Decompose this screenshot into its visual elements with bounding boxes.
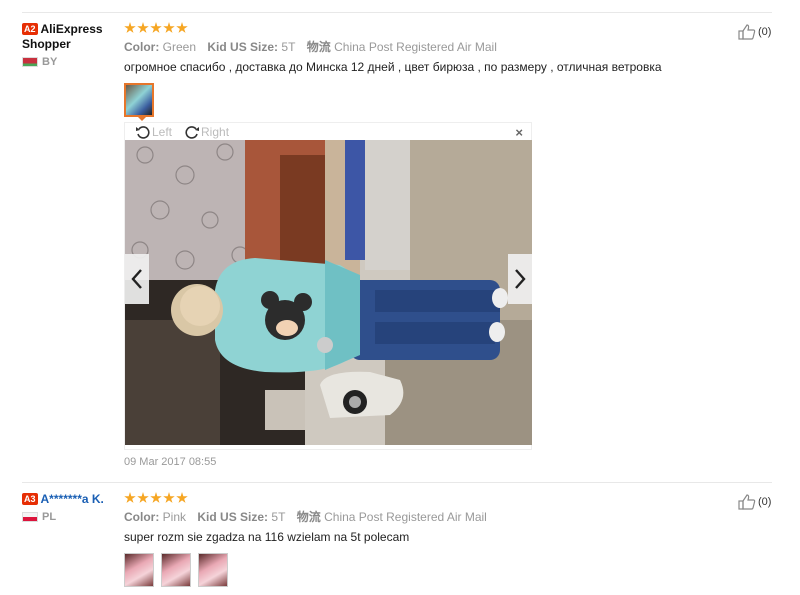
top-divider [22, 12, 772, 13]
star-icon [176, 492, 188, 503]
star-icon [150, 492, 162, 503]
flag-poland-icon [22, 512, 38, 522]
review-content: Color: Pink Kid US Size: 5T 物流 China Pos… [124, 492, 724, 587]
order-attributes: Color: Pink Kid US Size: 5T 物流 China Pos… [124, 510, 487, 524]
reviewer-info: A2 AliExpress Shopper BY [22, 22, 117, 68]
previous-photo-button[interactable] [125, 254, 149, 304]
star-rating [124, 22, 724, 36]
reviewer-info: A3 A*******a K. PL [22, 492, 117, 523]
next-photo-button[interactable] [508, 254, 532, 304]
star-icon [163, 22, 175, 33]
star-icon [163, 492, 175, 503]
star-icon [150, 22, 162, 33]
photo-thumbnail[interactable] [124, 553, 154, 587]
star-icon [137, 22, 149, 33]
rotate-left-icon [136, 125, 150, 139]
reviewer-name: A2 AliExpress Shopper [22, 22, 103, 51]
star-rating [124, 492, 724, 506]
review-date: 09 Mar 2017 08:55 [124, 456, 217, 468]
review-content: Color: Green Kid US Size: 5T 物流 China Po… [124, 22, 724, 117]
review-photo [125, 140, 532, 445]
photo-thumbnail[interactable] [124, 83, 154, 117]
thumbs-up-icon [738, 24, 756, 40]
order-attributes: Color: Green Kid US Size: 5T 物流 China Po… [124, 40, 497, 54]
review-text: super rozm sie zgadza na 116 wzielam na … [124, 530, 410, 544]
helpful-button[interactable]: (0) [738, 494, 771, 510]
chevron-left-icon [131, 269, 142, 289]
review-photos [124, 553, 724, 587]
star-icon [137, 492, 149, 503]
photo-image [125, 140, 532, 445]
photo-thumbnail[interactable] [198, 553, 228, 587]
star-icon [176, 22, 188, 33]
reviewer-name[interactable]: A3 A*******a K. [22, 492, 117, 507]
rotate-left-button[interactable]: Left [135, 125, 172, 139]
photo-viewer: Left Right × [124, 122, 532, 450]
viewer-toolbar: Left Right [125, 123, 531, 140]
review-photos [124, 83, 724, 117]
level-badge: A3 [22, 493, 38, 505]
reviewer-country: BY [22, 56, 117, 68]
level-badge: A2 [22, 23, 38, 35]
chevron-right-icon [515, 269, 526, 289]
review-divider [22, 482, 772, 483]
star-icon [124, 492, 136, 503]
thumbs-up-icon [738, 494, 756, 510]
review-text: огромное спасибо , доставка до Минска 12… [124, 60, 662, 74]
flag-belarus-icon [22, 57, 38, 67]
active-photo-pointer [137, 116, 147, 121]
rotate-right-button[interactable]: Right [184, 125, 229, 139]
reviewer-country: PL [22, 511, 117, 523]
star-icon [124, 22, 136, 33]
rotate-right-icon [185, 125, 200, 139]
photo-thumbnail[interactable] [161, 553, 191, 587]
close-viewer-button[interactable]: × [515, 125, 523, 140]
helpful-button[interactable]: (0) [738, 24, 771, 40]
